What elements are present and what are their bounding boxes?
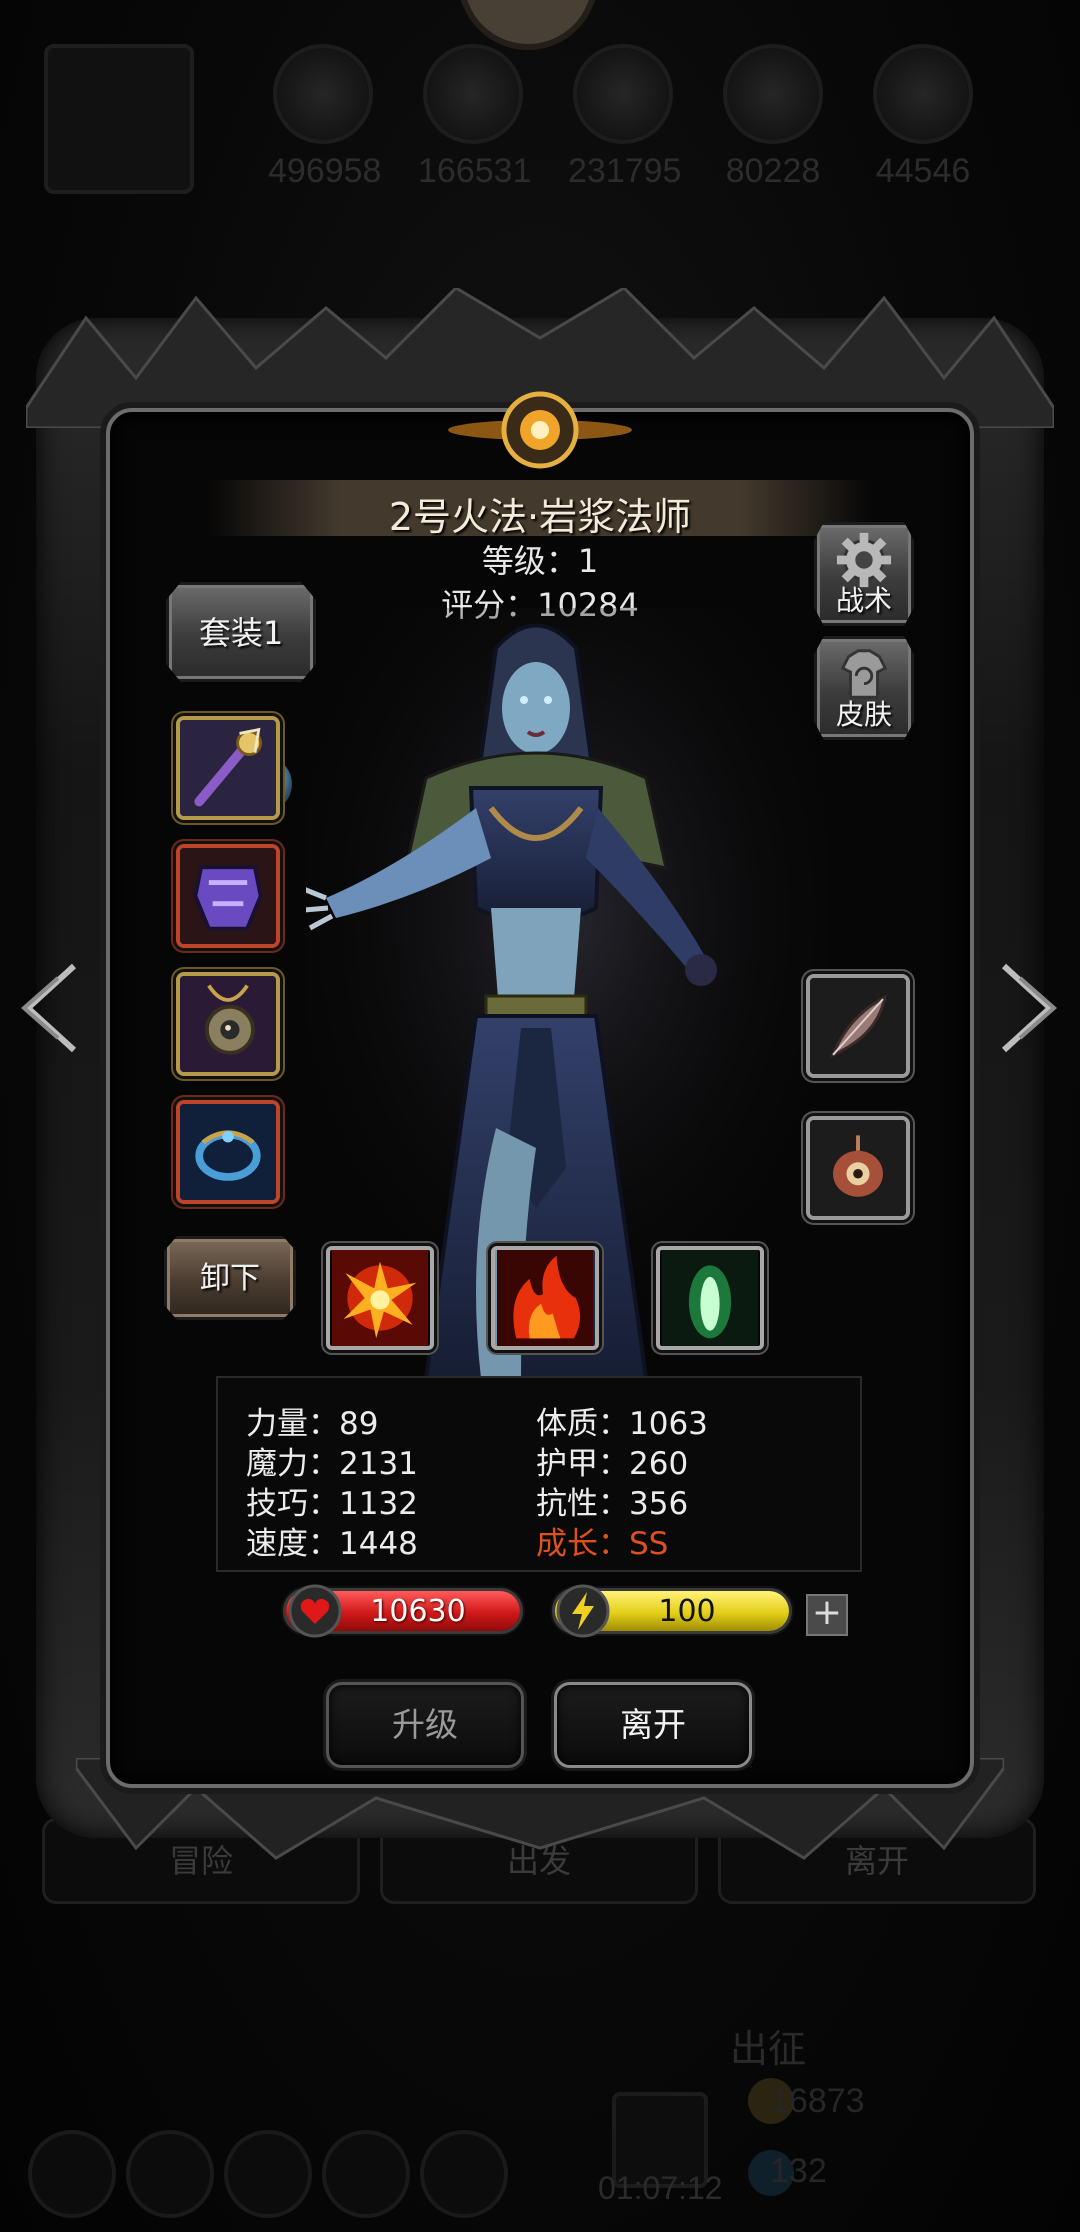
hero-detail-dialog: 2号火法·岩浆法师 等级：1 评分：10284 套装1 卸下 战术 皮肤 力量：… [26, 288, 1054, 1860]
player-avatar [44, 44, 194, 194]
eye-charm-icon [810, 1120, 906, 1216]
resource-crystal: 80228 [718, 44, 828, 191]
resource-value: 44546 [875, 152, 971, 190]
amulet-slot[interactable] [176, 972, 280, 1076]
menu-circle-icon [224, 2130, 312, 2218]
ore-resource-icon [423, 44, 523, 144]
resource-hide: 44546 [868, 44, 978, 191]
stats-panel: 力量：89 魔力：2131 技巧：1132 速度：1448 体质：1063 护甲… [216, 1376, 862, 1572]
hide-resource-icon [873, 44, 973, 144]
skin-button[interactable]: 皮肤 [814, 636, 914, 740]
hp-value: 10630 [370, 1594, 466, 1629]
flame-icon [497, 1250, 593, 1346]
menu-circle-icon [322, 2130, 410, 2218]
outfit-set-button[interactable]: 套装1 [166, 582, 316, 682]
green-flame-skill[interactable] [656, 1246, 764, 1350]
resource-value: 496958 [268, 152, 382, 190]
expedition-label: 出征 [730, 2027, 807, 2071]
armor-icon [180, 848, 276, 944]
stat-constitution: 体质：1063 [536, 1406, 708, 1442]
iron-resource-icon [573, 44, 673, 144]
previous-hero-arrow-icon[interactable] [14, 958, 84, 1058]
menu-circle-icon [420, 2130, 508, 2218]
gold-value: 16873 [770, 2082, 865, 2120]
gem-value: 132 [770, 2152, 827, 2190]
next-hero-arrow-icon[interactable] [994, 958, 1064, 1058]
stat-growth: 成长：SS [536, 1526, 669, 1562]
feather-slot[interactable] [806, 974, 910, 1078]
stat-speed: 速度：1448 [246, 1526, 418, 1562]
resource-value: 166531 [418, 152, 532, 190]
tactics-label: 战术 [835, 584, 892, 617]
heart-icon [288, 1584, 342, 1638]
menu-circle-icon [126, 2130, 214, 2218]
wood-resource-icon [273, 44, 373, 144]
crystal-resource-icon [723, 44, 823, 144]
stat-magic: 魔力：2131 [246, 1446, 418, 1482]
resource-value: 80228 [725, 152, 821, 190]
unequip-button[interactable]: 卸下 [164, 1236, 296, 1320]
armor-slot[interactable] [176, 844, 280, 948]
staff-slot[interactable] [176, 716, 280, 820]
fire-burst-skill[interactable] [326, 1246, 434, 1350]
resource-wood: 496958 [268, 44, 382, 191]
resource-value: 231795 [568, 152, 682, 190]
leave-button[interactable]: 离开 [554, 1682, 752, 1768]
energy-value: 100 [658, 1594, 716, 1629]
menu-circle-icon [28, 2130, 116, 2218]
fire-burst-icon [332, 1250, 428, 1346]
lightning-icon [556, 1584, 610, 1638]
tactics-button[interactable]: 战术 [814, 522, 914, 626]
upgrade-button[interactable]: 升级 [326, 1682, 524, 1768]
feather-icon [810, 978, 906, 1074]
resource-iron: 231795 [568, 44, 682, 191]
stat-armor: 护甲：260 [536, 1446, 689, 1482]
resource-ore: 166531 [418, 44, 532, 191]
stat-resistance: 抗性：356 [536, 1486, 689, 1522]
amulet-icon [180, 976, 276, 1072]
panda-avatar-icon [458, 0, 598, 50]
stat-skill: 技巧：1132 [246, 1486, 418, 1522]
stat-strength: 力量：89 [246, 1406, 379, 1442]
bracer-icon [180, 1104, 276, 1200]
staff-icon [180, 720, 276, 816]
eye-charm-slot[interactable] [806, 1116, 910, 1220]
resource-bar: 496958 166531 231795 80228 44546 [0, 0, 1080, 210]
flame-skill[interactable] [491, 1246, 599, 1350]
skin-label: 皮肤 [835, 698, 892, 731]
gift-timer: 01:07:12 [598, 2170, 723, 2206]
bracer-slot[interactable] [176, 1100, 280, 1204]
add-energy-button[interactable]: + [806, 1594, 848, 1636]
green-flame-icon [662, 1250, 758, 1346]
sun-emblem-icon [448, 391, 632, 469]
